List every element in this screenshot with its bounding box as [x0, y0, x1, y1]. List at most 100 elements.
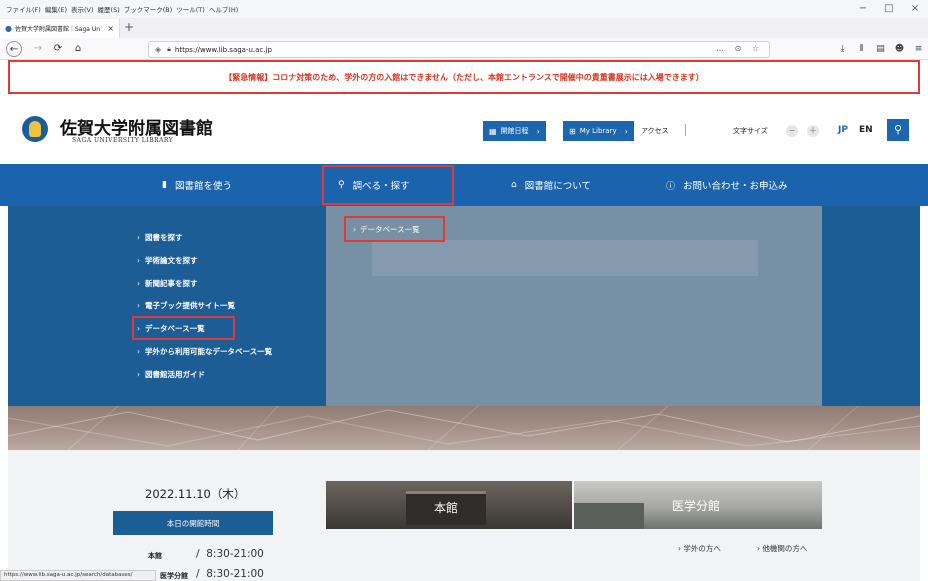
- lang-jp-button[interactable]: JP: [838, 125, 848, 135]
- nav-about[interactable]: ⌂ 図書館について: [511, 164, 591, 206]
- hamburger-menu-icon[interactable]: ≡: [909, 41, 928, 57]
- chevron-right-icon: ›: [624, 126, 628, 136]
- hero-image: [8, 406, 920, 450]
- page-actions-icon[interactable]: … ⊙ ☆: [716, 44, 763, 53]
- nav-contact-label: お問い合わせ・お申込み: [683, 181, 788, 192]
- link-label: 他機関の方へ: [762, 544, 808, 553]
- url-text: https://www.lib.saga-u.ac.jp: [174, 45, 272, 54]
- emergency-alert[interactable]: 【緊急情報】コロナ対策のため、学外の方の入館はできません（ただし、本館エントラン…: [8, 60, 920, 94]
- menu-item-guide[interactable]: › 図書館活用ガイド: [137, 369, 205, 380]
- header-divider: [685, 124, 686, 136]
- menu-edit[interactable]: 編集(E): [45, 4, 67, 14]
- search-button[interactable]: ⚲: [887, 119, 909, 141]
- chevron-right-icon: ›: [757, 544, 760, 553]
- search-icon: ⚲: [893, 123, 903, 136]
- calendar-button[interactable]: ▦ 開館日程 ›: [483, 121, 546, 141]
- link-outside-users[interactable]: › 学外の方へ: [678, 543, 721, 554]
- today-date: 2022.11.10（木）: [145, 487, 246, 501]
- tab-title: 佐賀大学附属図書館｜Saga Un: [14, 26, 101, 33]
- book-icon: ▮: [162, 180, 167, 190]
- menu-item-label: 新聞記事を探す: [145, 279, 198, 288]
- maximize-button[interactable]: □: [876, 0, 902, 18]
- menu-tools[interactable]: ツール(T): [176, 4, 205, 14]
- calendar-button-label: 開館日程: [500, 127, 529, 135]
- menu-bookmarks[interactable]: ブックマーク(B): [124, 4, 173, 14]
- main-nav: ▮ 図書館を使う ⚲ 調べる・探す ⌂ 図書館について ⓘ お問い合わせ・お申込…: [0, 164, 928, 206]
- menu-item-remote-databases[interactable]: › 学外から利用可能なデータベース一覧: [137, 346, 272, 357]
- chevron-right-icon: ›: [137, 301, 140, 310]
- hours-time-value: 8:30-21:00: [206, 548, 264, 560]
- dropdown-ghost-bar: [372, 240, 758, 276]
- browser-tab[interactable]: ● 佐賀大学附属図書館｜Saga Un ×: [0, 19, 120, 38]
- menu-item-books[interactable]: › 図書を探す: [137, 232, 183, 243]
- tab-close-icon[interactable]: ×: [107, 24, 114, 33]
- menu-view[interactable]: 表示(V): [71, 4, 94, 14]
- medical-library-photo[interactable]: 医学分館: [574, 481, 822, 529]
- hours-separator: /: [196, 548, 200, 560]
- menu-item-newspapers[interactable]: › 新聞記事を探す: [137, 278, 198, 289]
- hours-main-label: 本館: [148, 552, 162, 560]
- lock-icon: 🔒︎: [167, 45, 171, 53]
- font-size-label: 文字サイズ: [733, 127, 768, 135]
- favicon-icon: ●: [5, 24, 12, 33]
- calendar-icon: ▦: [489, 126, 497, 136]
- nav-search-highlight: [322, 165, 454, 205]
- nav-use-library-label: 図書館を使う: [174, 181, 232, 192]
- main-library-label: 本館: [434, 501, 459, 515]
- menu-help[interactable]: ヘルプ(H): [209, 4, 238, 14]
- hours-medical-label: 医学分館: [160, 572, 188, 580]
- font-increase-button[interactable]: ＋: [807, 125, 819, 137]
- hours-heading: 本日の開館時間: [113, 511, 273, 535]
- menu-item-ebooks[interactable]: › 電子ブック提供サイト一覧: [137, 300, 235, 311]
- library-icon[interactable]: ⫴: [852, 41, 871, 57]
- toolbar-icons: ⤓ ⫴ ▤ ☻ ≡: [833, 41, 928, 57]
- new-tab-button[interactable]: +: [124, 20, 134, 34]
- chevron-right-icon: ›: [353, 224, 356, 234]
- menu-file[interactable]: ファイル(F): [6, 4, 41, 14]
- account-icon[interactable]: ☻: [890, 41, 909, 57]
- menu-item-papers[interactable]: › 学術論文を探す: [137, 255, 198, 266]
- submenu-item-databases[interactable]: › データベース一覧: [344, 216, 445, 242]
- chevron-right-icon: ›: [137, 233, 140, 242]
- menu-item-label: 学外から利用可能なデータベース一覧: [145, 347, 273, 356]
- chevron-right-icon: ›: [137, 370, 140, 379]
- hero-roof-lines: [8, 406, 920, 450]
- hours-separator: /: [196, 568, 200, 580]
- download-icon[interactable]: ⤓: [833, 41, 852, 57]
- reload-icon[interactable]: ⟳: [50, 41, 66, 57]
- hours-medical-time: / 8:30-21:00: [196, 568, 264, 580]
- dropdown-side-panel: [822, 206, 920, 406]
- building-icon: ⌂: [511, 180, 517, 190]
- font-decrease-button[interactable]: −: [786, 125, 798, 137]
- mylibrary-button-label: My Library: [579, 127, 617, 135]
- forward-arrow-icon[interactable]: →: [30, 41, 46, 57]
- link-other-institutions[interactable]: › 他機関の方へ: [757, 543, 807, 554]
- url-bar[interactable]: ◈ 🔒︎ https://www.lib.saga-u.ac.jp … ⊙ ☆: [148, 41, 770, 58]
- lang-en-button[interactable]: EN: [859, 125, 873, 135]
- access-link[interactable]: アクセス: [641, 126, 669, 136]
- mylibrary-button[interactable]: ⊞ My Library ›: [563, 121, 634, 141]
- browser-navbar: ← → ⟳ ⌂ ◈ 🔒︎ https://www.lib.saga-u.ac.j…: [0, 38, 928, 60]
- site-title[interactable]: 佐賀大学附属図書館: [60, 114, 213, 139]
- library-logo-icon[interactable]: [22, 116, 48, 142]
- nav-use-library[interactable]: ▮ 図書館を使う: [162, 164, 232, 206]
- chevron-right-icon: ›: [678, 544, 681, 553]
- tab-bar: ● 佐賀大学附属図書館｜Saga Un ×: [0, 18, 928, 38]
- window-controls: − □ ×: [850, 0, 928, 18]
- nav-contact[interactable]: ⓘ お問い合わせ・お申込み: [666, 164, 788, 206]
- home-icon[interactable]: ⌂: [70, 41, 86, 57]
- medical-library-label: 医学分館: [672, 499, 721, 513]
- minimize-button[interactable]: −: [850, 0, 876, 18]
- chevron-right-icon: ›: [137, 256, 140, 265]
- site-header: 佐賀大学附属図書館 SAGA UNIVERSITY LIBRARY ▦ 開館日程…: [0, 94, 928, 164]
- menu-history[interactable]: 履歴(S): [98, 4, 120, 14]
- menu-item-label: 電子ブック提供サイト一覧: [145, 301, 235, 310]
- alert-text: 【緊急情報】コロナ対策のため、学外の方の入館はできません（ただし、本館エントラン…: [224, 72, 704, 82]
- site-subtitle: SAGA UNIVERSITY LIBRARY: [72, 137, 174, 144]
- close-window-button[interactable]: ×: [902, 0, 928, 18]
- sidebar-icon[interactable]: ▤: [871, 41, 890, 57]
- back-arrow-icon[interactable]: ←: [6, 41, 22, 57]
- chevron-right-icon: ›: [137, 279, 140, 288]
- main-library-photo[interactable]: 本館: [326, 481, 572, 529]
- hours-time-value: 8:30-21:00: [206, 568, 264, 580]
